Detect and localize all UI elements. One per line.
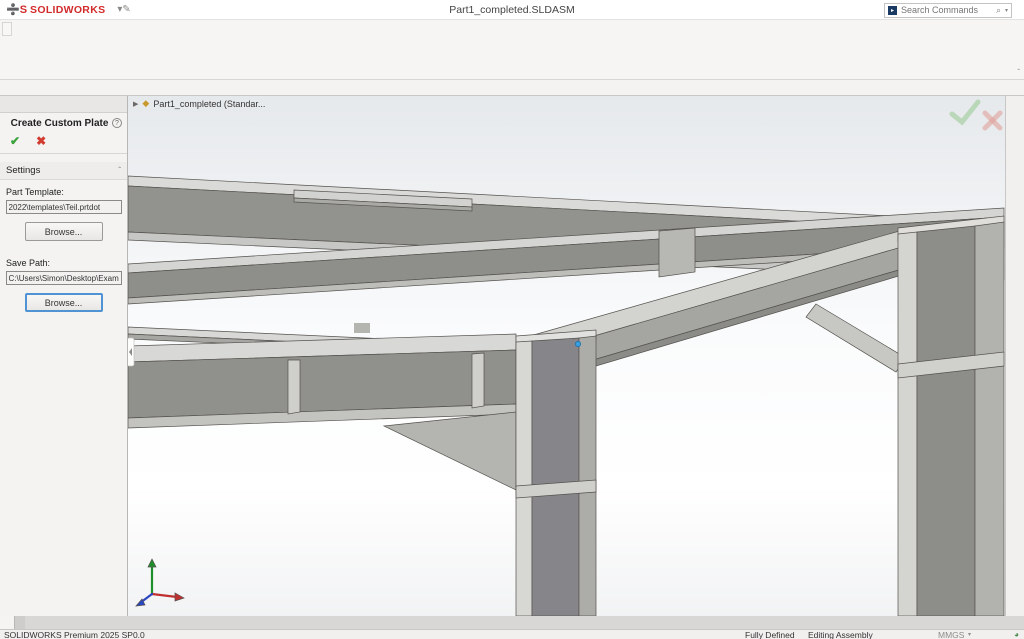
settings-section-label: Settings	[6, 165, 40, 176]
browse-template-button[interactable]: Browse...	[25, 222, 103, 241]
save-path-input[interactable]	[6, 271, 122, 285]
pane-splitter-box[interactable]	[0, 616, 15, 629]
assembly-icon: ◆	[142, 98, 149, 109]
cursor-point	[575, 341, 580, 346]
annotation-mini-toolbar	[2, 22, 12, 36]
magnifier-icon[interactable]: ⌕	[996, 5, 1001, 16]
center-column[interactable]	[516, 330, 596, 616]
editing-mode-label: Editing Assembly	[808, 630, 873, 639]
command-tab-row	[0, 80, 1024, 96]
cancel-button[interactable]: ✖	[36, 134, 46, 148]
browse-save-path-button[interactable]: Browse...	[25, 293, 103, 312]
part-template-label: Part Template:	[0, 180, 127, 199]
part-template-input[interactable]	[6, 200, 122, 214]
panel-help-icon[interactable]: ?	[112, 118, 122, 128]
expand-arrow-icon[interactable]: ▶	[133, 100, 138, 108]
search-input[interactable]	[901, 5, 992, 15]
settings-section-header[interactable]: Settings ˆ	[0, 162, 127, 180]
globe-icon[interactable]: ◕	[1014, 630, 1019, 639]
steel-frame-model[interactable]	[128, 96, 1005, 616]
tab-nav-arrows	[15, 616, 25, 629]
app-name: SOLIDWORKS	[30, 4, 105, 16]
title-bar: ➗S SOLIDWORKS ▾✎ Part1_completed.SLDASM …	[0, 0, 1024, 20]
feature-tree-root-label[interactable]: Part1_completed (Standar...	[153, 99, 265, 109]
solidworks-logo: ➗S SOLIDWORKS	[0, 3, 115, 16]
feature-tree-root[interactable]: ▶ ◆ Part1_completed (Standar...	[133, 98, 265, 109]
panel-title: Create Custom Plate ?	[0, 113, 127, 132]
units-caret-icon[interactable]: ▾	[968, 630, 971, 639]
configuration-tab-bar	[0, 616, 1024, 629]
units-selector[interactable]: MMGS	[938, 630, 964, 639]
constraint-status-label: Fully Defined	[745, 630, 795, 639]
panel-splitter-handle[interactable]	[128, 338, 134, 366]
chevron-up-icon: ˆ	[118, 166, 121, 175]
graphics-viewport[interactable]: ▶ ◆ Part1_completed (Standar...	[128, 96, 1005, 616]
pin-icon[interactable]: ▾✎	[117, 4, 130, 15]
propertymanager-panel: Create Custom Plate ? ✔ ✖ Settings ˆ Par…	[0, 96, 128, 616]
product-version-label: SOLIDWORKS Premium 2025 SP0.0	[4, 630, 145, 639]
search-caret-icon[interactable]: ▾	[1005, 7, 1008, 14]
task-pane-strip	[1005, 96, 1024, 616]
right-column[interactable]	[898, 216, 1004, 616]
ribbon: ˆ	[0, 20, 1024, 80]
dassault-logo-icon: ➗S	[6, 3, 27, 16]
status-bar: SOLIDWORKS Premium 2025 SP0.0 Fully Defi…	[0, 629, 1024, 639]
save-path-label: Save Path:	[0, 251, 127, 270]
search-scope-icon[interactable]: ▸	[888, 6, 897, 15]
collapse-ribbon-icon[interactable]: ˆ	[1017, 68, 1020, 77]
document-title: Part1_completed.SLDASM	[0, 4, 1024, 16]
search-commands-box[interactable]: ▸ ⌕ ▾	[884, 3, 1012, 18]
ok-button[interactable]: ✔	[10, 134, 20, 148]
